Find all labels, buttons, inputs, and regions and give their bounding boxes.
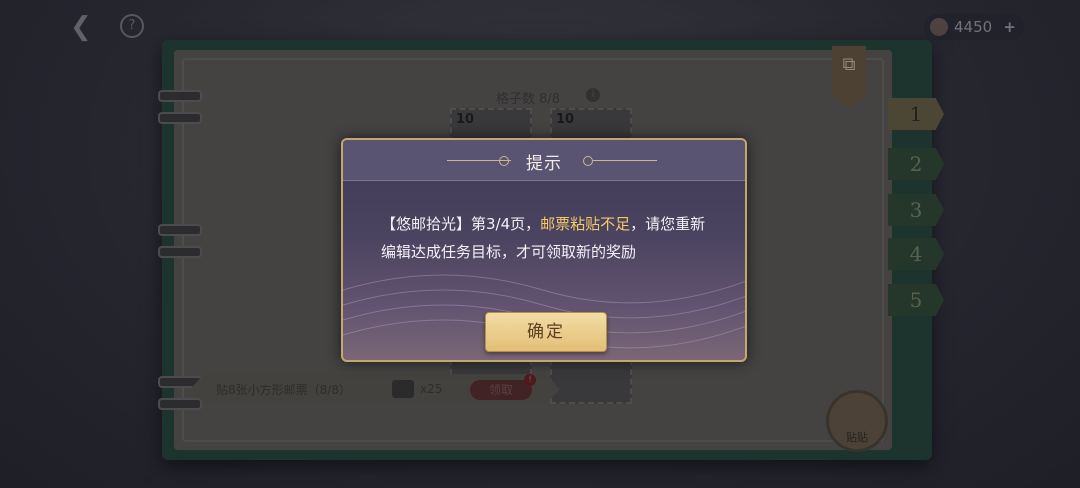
dialog-title: 提示 <box>526 154 562 174</box>
confirm-button[interactable]: 确定 <box>485 312 607 352</box>
message-highlight: 邮票粘贴不足 <box>540 215 631 233</box>
message-text: 【悠邮拾光】第3/4页， <box>381 215 541 233</box>
dialog-header: 提示 <box>343 140 745 181</box>
hint-dialog: 提示 【悠邮拾光】第3/4页，邮票粘贴不足，请您重新编辑达成任务目标，才可领取新… <box>341 138 747 362</box>
